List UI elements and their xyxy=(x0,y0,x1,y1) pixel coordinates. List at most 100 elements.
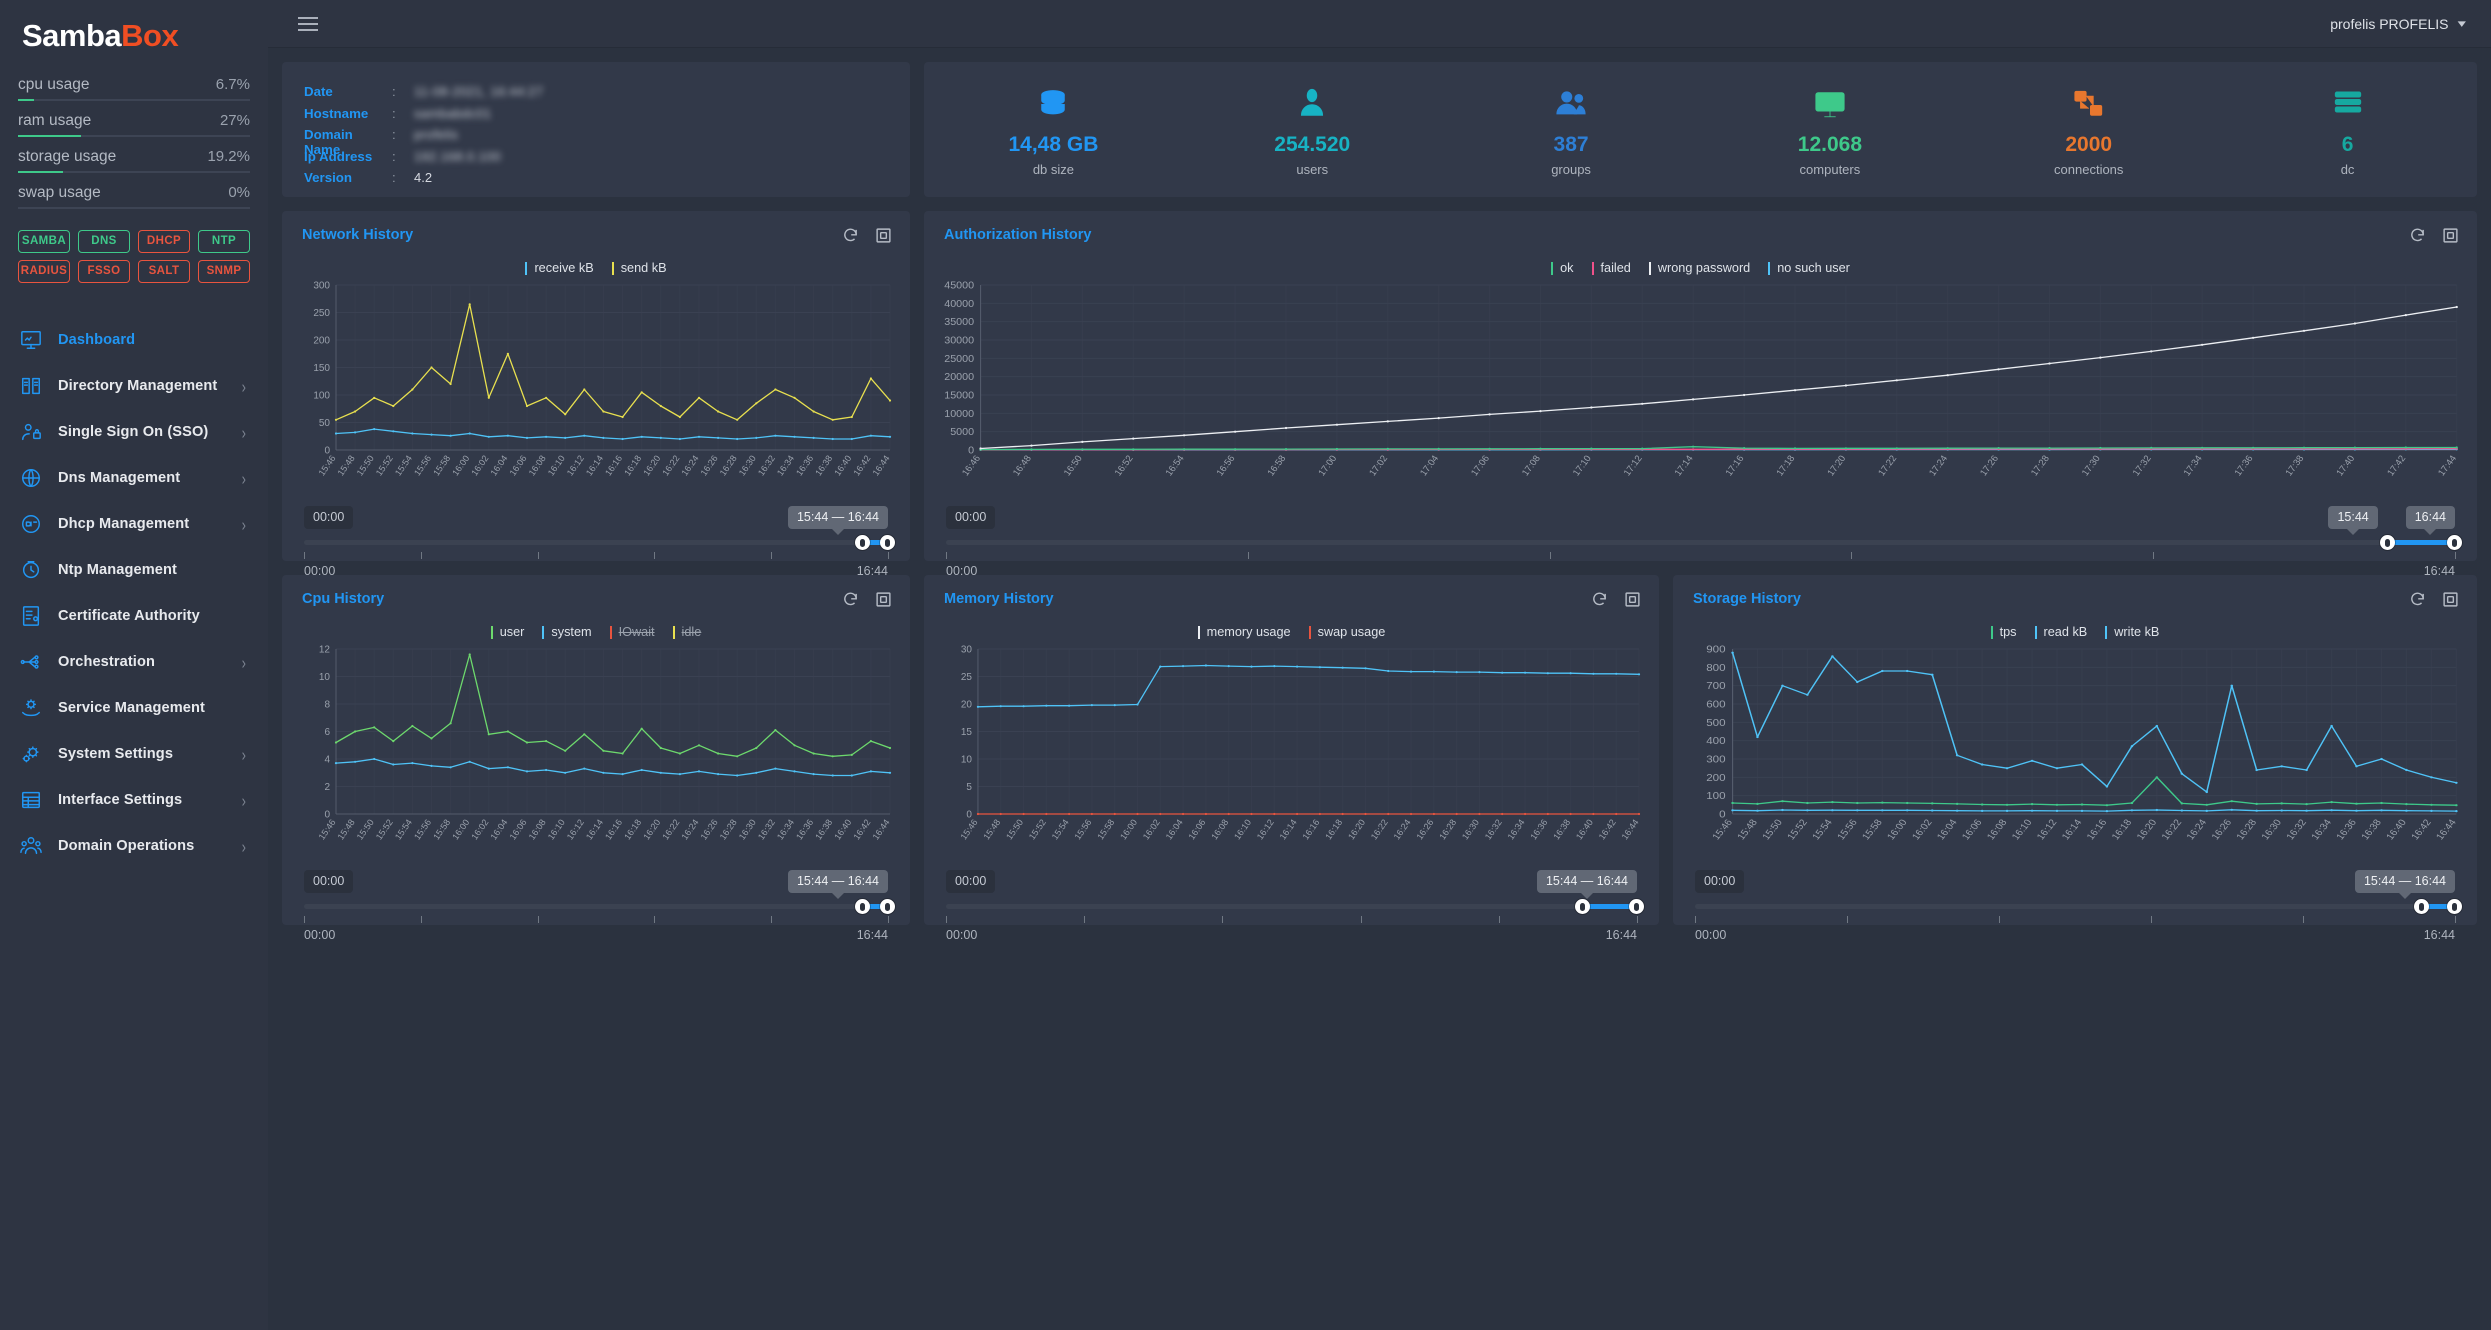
expand-icon[interactable] xyxy=(875,227,892,244)
range-track[interactable] xyxy=(1695,899,2462,914)
service-badge-salt[interactable]: SALT xyxy=(138,260,190,283)
cpu-history-range-slider[interactable]: 00:00 15:44 — 16:44 00:00 16:44 xyxy=(282,860,910,958)
stat-label: groups xyxy=(1551,161,1591,177)
legend-item-tps[interactable]: tps xyxy=(1982,625,2026,639)
svg-text:500: 500 xyxy=(1706,718,1725,729)
legend-item-read-kb[interactable]: read kB xyxy=(2026,625,2097,639)
svg-text:16:16: 16:16 xyxy=(603,817,624,841)
range-axis-end: 16:44 xyxy=(2423,928,2455,942)
chevron-right-icon[interactable]: › xyxy=(242,791,246,809)
service-badge-ntp[interactable]: NTP xyxy=(198,230,250,253)
sidebar-item-dns-management[interactable]: Dns Management › xyxy=(0,455,268,501)
statistics-card: 14,48 GB db size 254.520 users 387 groups 12.0… xyxy=(924,62,2477,197)
expand-icon[interactable] xyxy=(875,591,892,608)
hamburger-icon[interactable] xyxy=(298,16,318,31)
refresh-icon[interactable] xyxy=(2409,591,2426,608)
range-handle-right[interactable] xyxy=(880,535,895,550)
range-track[interactable] xyxy=(946,535,2462,550)
range-handle-left[interactable] xyxy=(854,535,870,550)
storage-history-header: Storage History xyxy=(1673,575,2477,609)
legend-item-memory-usage[interactable]: memory usage xyxy=(1189,625,1300,639)
expand-icon[interactable] xyxy=(2442,591,2459,608)
legend-item-idle[interactable]: idle xyxy=(664,625,711,639)
storage-history-range-slider[interactable]: 00:00 15:44 — 16:44 00:00 16:44 xyxy=(1673,860,2477,958)
svg-text:16:38: 16:38 xyxy=(813,817,834,841)
brand-logo[interactable]: SambaBox xyxy=(0,0,268,74)
range-handle-left[interactable] xyxy=(2413,899,2429,914)
range-labels: 00:00 15:44 — 16:44 xyxy=(304,870,888,898)
svg-text:45000: 45000 xyxy=(944,281,974,291)
legend-item-user[interactable]: user xyxy=(482,625,534,639)
sidebar-item-ntp-management[interactable]: Ntp Management xyxy=(0,547,268,593)
legend-item-failed[interactable]: failed xyxy=(1583,261,1640,275)
svg-text:200: 200 xyxy=(313,336,330,347)
refresh-icon[interactable] xyxy=(842,227,859,244)
service-badge-fsso[interactable]: FSSO xyxy=(78,260,130,283)
legend-item-write-kb[interactable]: write kB xyxy=(2096,625,2168,639)
svg-text:25000: 25000 xyxy=(944,354,974,365)
service-badge-samba[interactable]: SAMBA xyxy=(18,230,70,253)
svg-text:800: 800 xyxy=(1706,663,1725,674)
range-handle-left[interactable] xyxy=(2380,535,2396,550)
service-badge-radius[interactable]: RADIUS xyxy=(18,260,70,283)
range-handle-right[interactable] xyxy=(2447,899,2462,914)
sidebar-item-system-settings[interactable]: System Settings › xyxy=(0,731,268,777)
legend-item-swap-usage[interactable]: swap usage xyxy=(1300,625,1395,639)
sidebar-item-dhcp-management[interactable]: Dhcp Management › xyxy=(0,501,268,547)
sidebar-item-service-management[interactable]: Service Management xyxy=(0,685,268,731)
range-track[interactable] xyxy=(946,899,1644,914)
refresh-icon[interactable] xyxy=(1591,591,1608,608)
memory-history-range-slider[interactable]: 00:00 15:44 — 16:44 00:00 16:44 xyxy=(924,860,1659,958)
legend-item-iowait[interactable]: IOwait xyxy=(601,625,664,639)
range-labels: 00:00 15:44 16:44 xyxy=(946,506,2455,534)
expand-icon[interactable] xyxy=(2442,227,2459,244)
refresh-icon[interactable] xyxy=(842,591,859,608)
sidebar-item-orchestration[interactable]: Orchestration › xyxy=(0,639,268,685)
refresh-icon[interactable] xyxy=(2409,227,2426,244)
range-handle-right[interactable] xyxy=(2447,535,2462,550)
legend-item-no-such-user[interactable]: no such user xyxy=(1759,261,1859,275)
legend-item-wrong-password[interactable]: wrong password xyxy=(1640,261,1759,275)
range-handle-left[interactable] xyxy=(1574,899,1590,914)
range-handle-right[interactable] xyxy=(1629,899,1644,914)
sidebar-item-interface-settings[interactable]: Interface Settings › xyxy=(0,777,268,823)
legend-item-receive-kb[interactable]: receive kB xyxy=(516,261,602,275)
chevron-right-icon[interactable]: › xyxy=(242,469,246,487)
chevron-right-icon[interactable]: › xyxy=(242,837,246,855)
svg-text:5000: 5000 xyxy=(950,427,974,438)
expand-icon[interactable] xyxy=(1624,591,1641,608)
service-badge-dhcp[interactable]: DHCP xyxy=(138,230,190,253)
legend-item-ok[interactable]: ok xyxy=(1542,261,1582,275)
range-ticks xyxy=(304,552,889,564)
sidebar-item-dashboard[interactable]: Dashboard xyxy=(0,317,268,363)
service-badge-snmp[interactable]: SNMP xyxy=(198,260,250,283)
sidebar-item-certificate-authority[interactable]: Certificate Authority xyxy=(0,593,268,639)
chevron-right-icon[interactable]: › xyxy=(242,653,246,671)
svg-text:16:18: 16:18 xyxy=(2110,818,2135,842)
legend-swatch xyxy=(1551,261,1554,275)
cpu-history-plot: 0 2 4 6 8 10 12 15:46 15:48 15:50 15:52 15:54 15:56 1… xyxy=(302,645,894,860)
range-selection-pill: 15:44 — 16:44 xyxy=(2354,870,2455,893)
sidebar-item-directory-management[interactable]: Directory Management › xyxy=(0,363,268,409)
service-badge-dns[interactable]: DNS xyxy=(78,230,130,253)
range-track[interactable] xyxy=(304,899,895,914)
account-menu[interactable]: profelis PROFELIS ▾ xyxy=(2330,16,2466,32)
legend-item-send-kb[interactable]: send kB xyxy=(603,261,676,275)
range-handle-left[interactable] xyxy=(854,899,870,914)
usage-value: 27% xyxy=(219,112,250,129)
chevron-right-icon[interactable]: › xyxy=(242,423,246,441)
legend-item-system[interactable]: system xyxy=(533,625,600,639)
range-track[interactable] xyxy=(304,535,895,550)
chevron-right-icon[interactable]: › xyxy=(242,745,246,763)
sidebar-item-single-sign-on-sso[interactable]: Single Sign On (SSO) › xyxy=(0,409,268,455)
info-key: Hostname xyxy=(304,105,369,121)
chevron-right-icon[interactable]: › xyxy=(242,515,246,533)
range-handle-right[interactable] xyxy=(880,899,895,914)
authorization-history-header: Authorization History xyxy=(924,211,2477,245)
usage-progress-bar xyxy=(18,207,250,209)
legend-swatch xyxy=(490,625,493,639)
sidebar-item-domain-operations[interactable]: Domain Operations › xyxy=(0,823,268,869)
svg-text:16:12: 16:12 xyxy=(565,453,586,477)
chevron-right-icon[interactable]: › xyxy=(242,377,246,395)
svg-text:16:28: 16:28 xyxy=(718,817,739,841)
